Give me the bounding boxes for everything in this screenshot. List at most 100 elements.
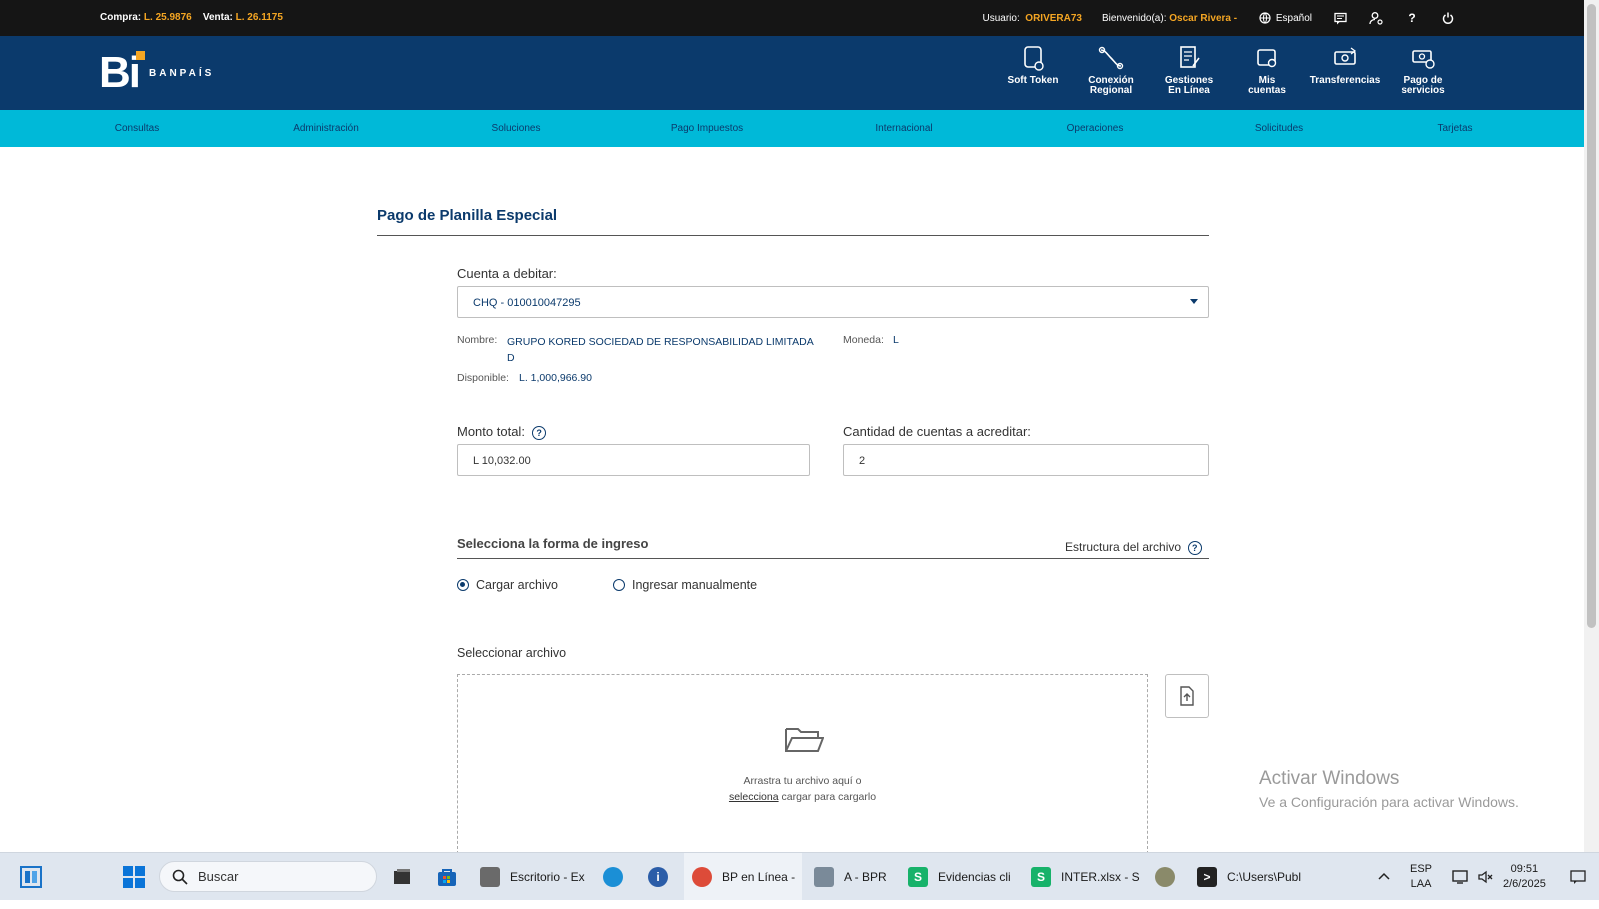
moneda-value: L (893, 334, 899, 346)
bienvenido[interactable]: Bienvenido(a): Oscar Rivera - (1102, 13, 1237, 24)
disponible-value: L. 1,000,966.90 (519, 372, 592, 384)
tray-volume-button[interactable] (1477, 853, 1493, 900)
menu-soluciones[interactable]: Soluciones (492, 123, 541, 134)
top-info-bar: Compra: L. 25.9876 Venta: L. 26.1175 Usu… (0, 0, 1584, 36)
task-view-icon (394, 868, 410, 884)
quick-link-mis-cuentas[interactable]: Mis cuentas (1227, 44, 1307, 96)
app-label: Escritorio - Ex (510, 869, 585, 884)
logo-name: BANPAÍS (149, 67, 215, 79)
store-button[interactable] (436, 853, 458, 900)
section-divider (457, 558, 1209, 559)
widgets-button[interactable] (19, 853, 43, 900)
language-selector[interactable]: Español (1257, 10, 1312, 26)
taskbar-app-terminal[interactable]: > C:\Users\Publ (1197, 853, 1301, 900)
cantidad-input[interactable]: 2 (843, 444, 1209, 476)
messages-button[interactable] (1332, 10, 1348, 26)
taskbar-app-chrome[interactable]: BP en Línea - (684, 853, 802, 900)
disponible-label: Disponible: (457, 372, 509, 384)
venta-value: L. 26.1175 (235, 12, 283, 23)
start-button[interactable] (122, 853, 146, 900)
quick-link-gestiones[interactable]: Gestiones En Línea (1149, 44, 1229, 96)
windows-start-icon (123, 865, 145, 888)
radio-ingresar-manualmente[interactable]: Ingresar manualmente (613, 578, 757, 592)
taskbar-search[interactable]: Buscar (159, 861, 377, 892)
lang-line1: ESP (1410, 863, 1433, 875)
file-drop-zone[interactable]: Arrastra tu archivo aquí o selecciona ca… (457, 674, 1148, 854)
radio-empty-icon[interactable] (613, 579, 625, 591)
info-app-button[interactable]: i (648, 853, 678, 900)
help-button[interactable]: ? (1404, 10, 1420, 26)
exchange-rates: Compra: L. 25.9876 Venta: L. 26.1175 (100, 12, 283, 23)
language-label: Español (1275, 12, 1312, 24)
cuenta-select[interactable]: CHQ - 010010047295 (457, 286, 1209, 318)
usuario-value: ORIVERA73 (1025, 12, 1082, 24)
banpais-logo[interactable]: Bi BANPAÍS (99, 51, 215, 95)
help-icon[interactable]: ? (532, 425, 547, 440)
compra-label: Compra: (100, 12, 142, 23)
clock[interactable]: 09:51 2/6/2025 (1503, 862, 1546, 909)
menu-internacional[interactable]: Internacional (875, 123, 932, 134)
user-settings-icon (1368, 10, 1384, 26)
profile-settings-button[interactable] (1368, 10, 1384, 26)
quick-link-conexion-regional[interactable]: Conexión Regional (1071, 44, 1151, 96)
soft-token-icon (1024, 46, 1044, 71)
widgets-icon (20, 865, 42, 888)
remote-desktop-icon (814, 866, 834, 887)
monto-label-text: Monto total: (457, 424, 525, 439)
quick-link-soft-token[interactable]: Soft Token (993, 44, 1073, 86)
upload-file-icon (1180, 686, 1194, 706)
monto-label: Monto total: ? (457, 424, 547, 440)
usuario: Usuario: ORIVERA73 (982, 13, 1082, 24)
document-edit-icon (1180, 46, 1200, 68)
logout-button[interactable] (1440, 10, 1456, 26)
estructura-link[interactable]: Estructura del archivo ? (1065, 540, 1202, 555)
show-hidden-icons-button[interactable] (1378, 853, 1390, 900)
app-label: A - BPR (844, 869, 887, 884)
menu-consultas[interactable]: Consultas (115, 123, 159, 134)
page-title: Pago de Planilla Especial (377, 207, 558, 224)
cantidad-label: Cantidad de cuentas a acreditar: (843, 424, 1031, 439)
taskbar-app-misc[interactable] (1155, 853, 1185, 900)
task-view-button[interactable] (392, 853, 412, 900)
venta-label: Venta: (202, 12, 233, 23)
edge-button[interactable] (603, 853, 633, 900)
nombre-value: GRUPO KORED SOCIEDAD DE RESPONSABILIDAD … (507, 334, 814, 366)
menu-tarjetas[interactable]: Tarjetas (1437, 123, 1472, 134)
page-scrollbar[interactable] (1584, 0, 1599, 852)
globe-icon (1257, 10, 1273, 26)
user-menu[interactable]: Oscar Rivera - (1169, 13, 1237, 24)
menu-administracion[interactable]: Administración (293, 123, 359, 134)
section-title: Selecciona la forma de ingreso (457, 536, 649, 551)
quick-link-pago-servicios[interactable]: Pago de servicios (1383, 44, 1463, 96)
question-icon: ? (1408, 11, 1416, 25)
bill-payment-icon (1412, 50, 1435, 69)
menu-solicitudes[interactable]: Solicitudes (1255, 123, 1303, 134)
notifications-button[interactable] (1570, 853, 1586, 900)
tray-network-button[interactable] (1452, 853, 1468, 900)
quick-link-transferencias[interactable]: Transferencias (1305, 44, 1385, 86)
taskbar-app-evidencias[interactable]: S Evidencias cli (908, 853, 1011, 900)
select-file-link[interactable]: selecciona (729, 791, 779, 803)
logo-mark: Bi (99, 51, 145, 95)
menu-operaciones[interactable]: Operaciones (1067, 123, 1124, 134)
folder-open-icon (785, 728, 824, 752)
scrollbar-thumb[interactable] (1587, 4, 1596, 628)
app-label: C:\Users\Publ (1227, 869, 1302, 884)
windows-activation-watermark: Activar Windows Ve a Configuración para … (1259, 768, 1519, 810)
radio-cargar-archivo[interactable]: Cargar archivo (457, 578, 558, 592)
power-icon (1440, 10, 1456, 26)
monto-input-value: L 10,032.00 (473, 455, 531, 467)
notification-icon (1570, 869, 1586, 884)
store-icon (438, 868, 456, 886)
transfer-icon (1334, 47, 1357, 65)
terminal-icon: > (1197, 866, 1217, 887)
taskbar-app-explorer[interactable]: Escritorio - Ex (480, 853, 585, 900)
radio-selected-icon[interactable] (457, 579, 469, 591)
taskbar-app-inter[interactable]: S INTER.xlsx - S (1031, 853, 1140, 900)
taskbar-app-remote[interactable]: A - BPR (814, 853, 887, 900)
input-language[interactable]: ESP LAA (1410, 862, 1432, 909)
upload-button[interactable] (1165, 674, 1209, 718)
menu-pago-impuestos[interactable]: Pago Impuestos (671, 123, 743, 134)
monto-input[interactable]: L 10,032.00 (457, 444, 810, 476)
bienvenido-label: Bienvenido(a): (1101, 12, 1167, 24)
